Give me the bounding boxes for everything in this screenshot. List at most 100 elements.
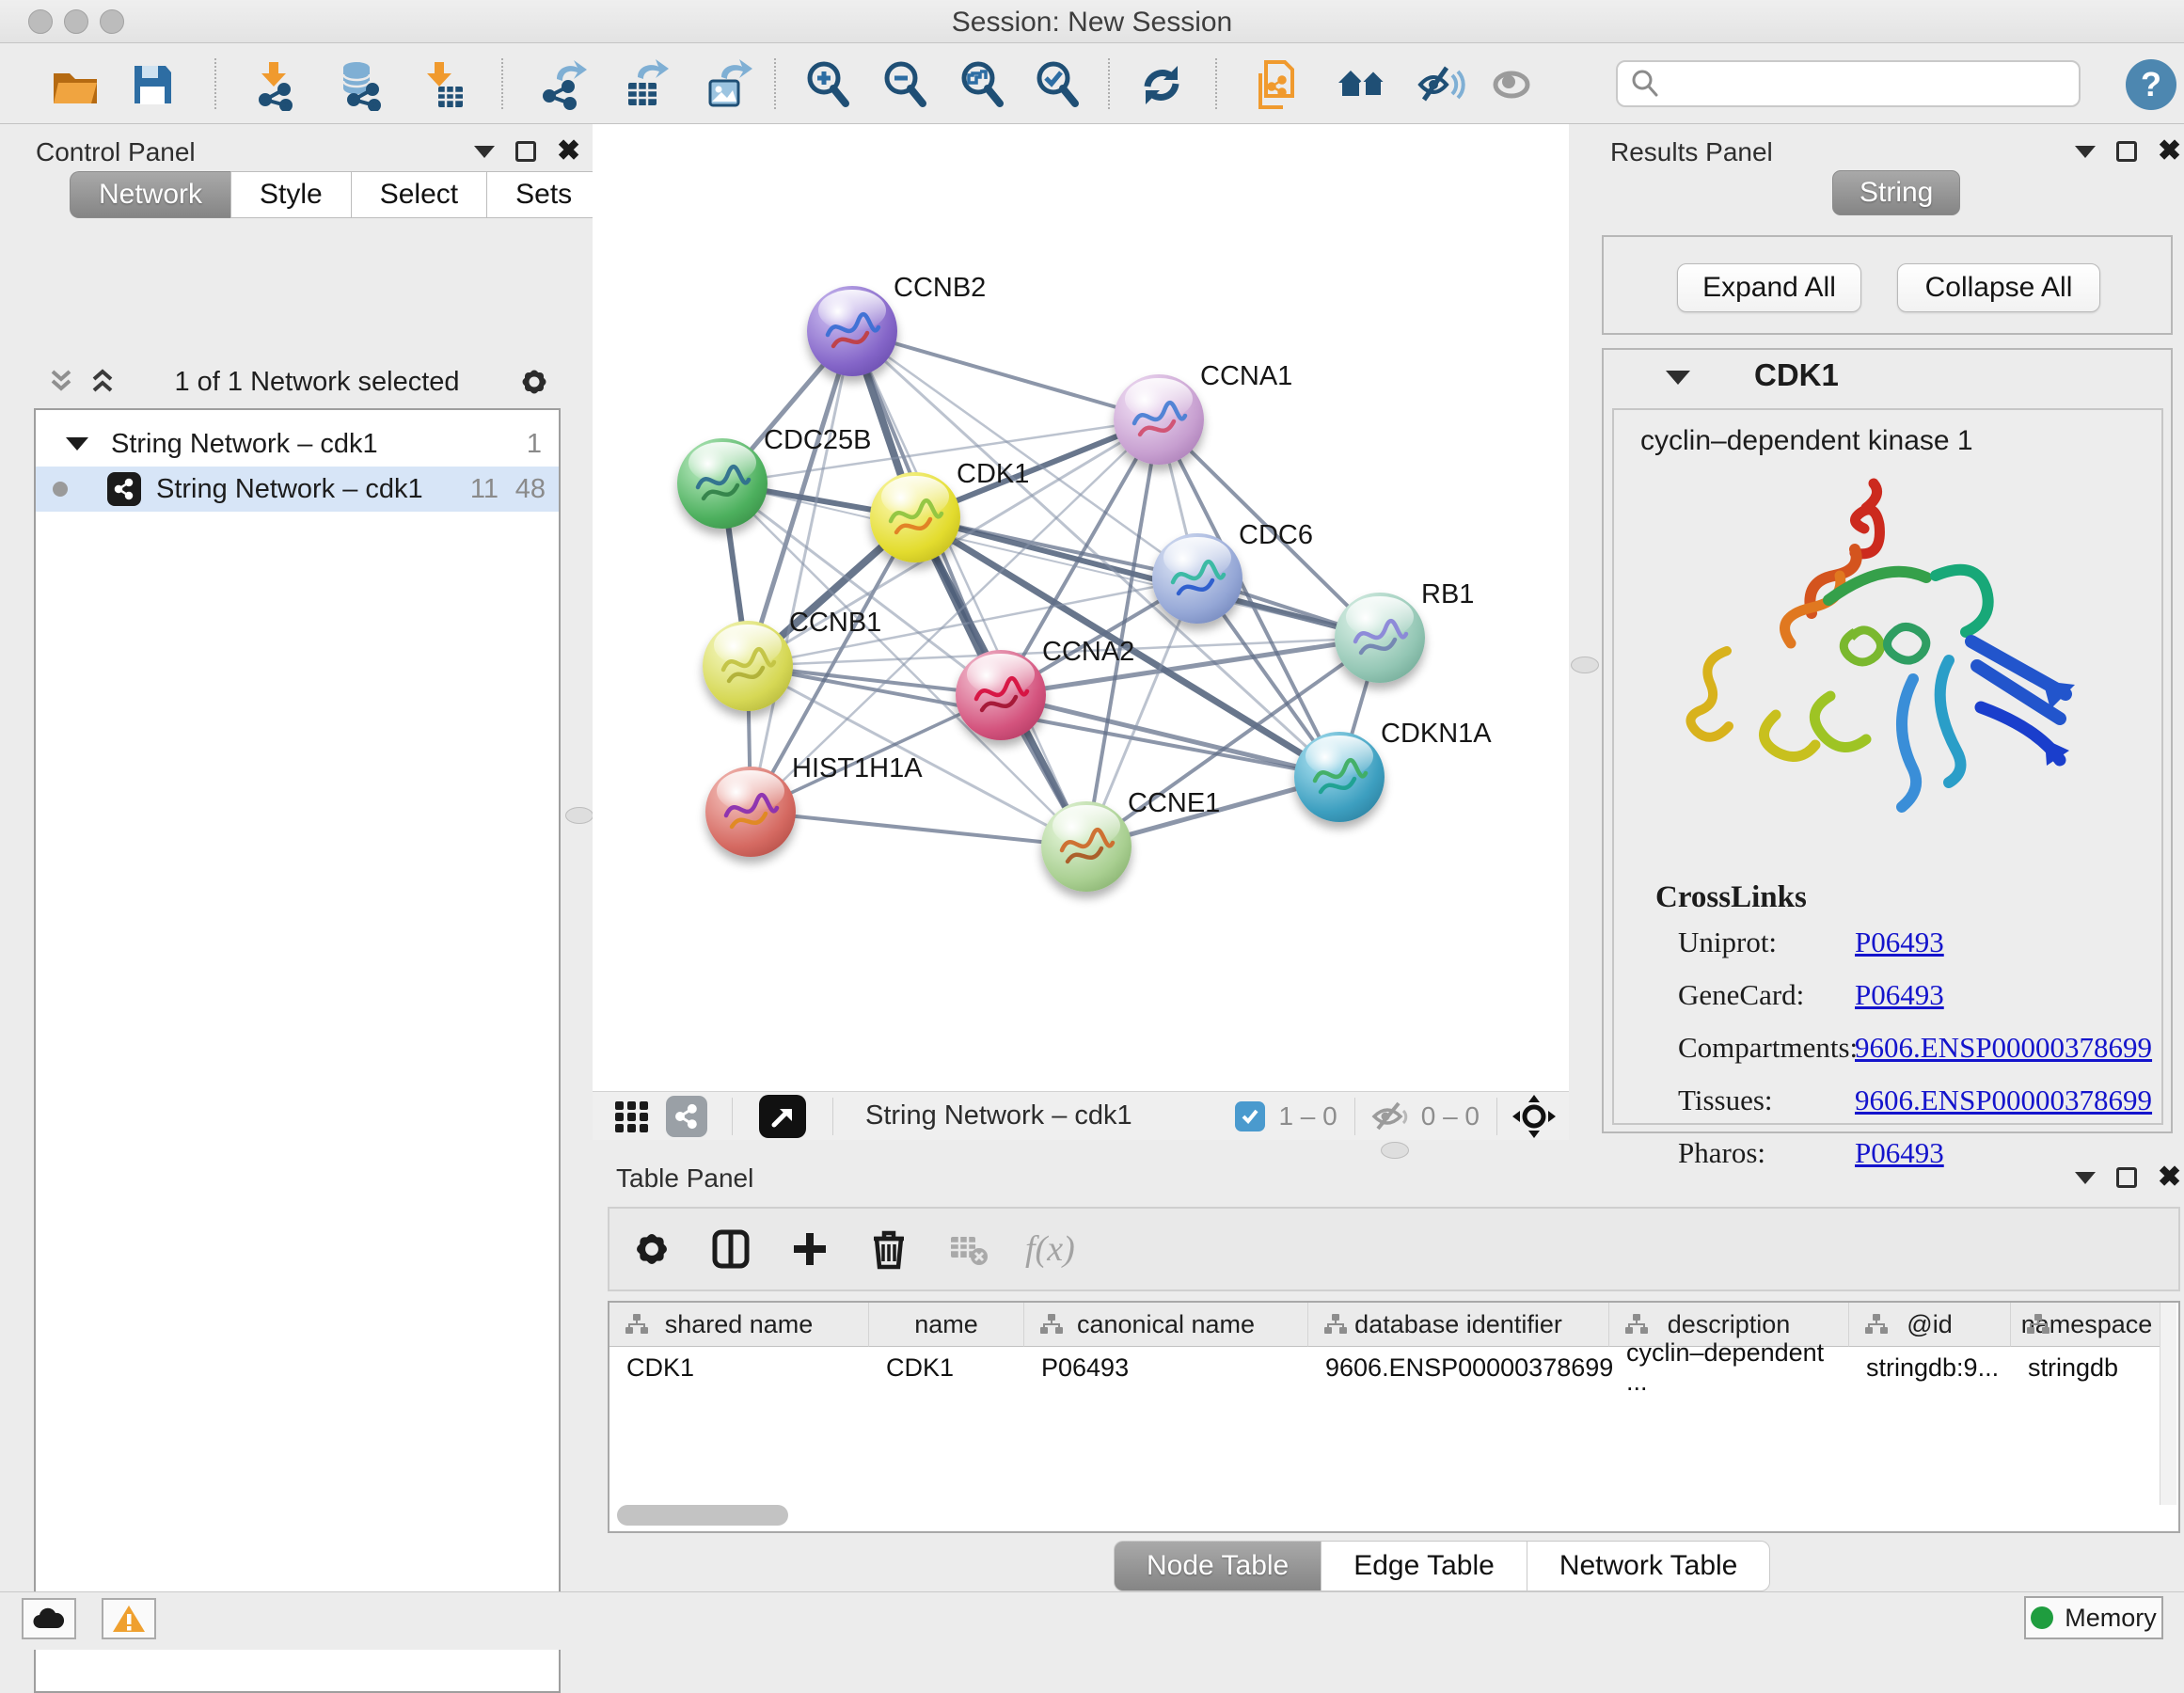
table-vertical-scrollbar[interactable] <box>2160 1303 2176 1505</box>
cloud-status-button[interactable] <box>22 1598 76 1639</box>
node-ccna2[interactable] <box>956 650 1046 740</box>
tab-node-table[interactable]: Node Table <box>1114 1541 1321 1591</box>
horizontal-splitter-handle[interactable] <box>1381 1142 1409 1159</box>
import-network-file-button[interactable] <box>247 57 302 112</box>
create-column-icon[interactable] <box>788 1227 831 1271</box>
network-tree-header: 1 of 1 Network selected <box>34 357 561 406</box>
bundle-homes-button[interactable] <box>1335 57 1389 112</box>
table-cell[interactable]: stringdb <box>2011 1347 2163 1388</box>
hide-selected-button[interactable] <box>1412 57 1466 112</box>
left-splitter-handle[interactable] <box>565 807 593 824</box>
table-cell[interactable]: stringdb:9... <box>1849 1347 2011 1388</box>
column-header-shared-name[interactable]: shared name <box>609 1303 869 1347</box>
pan-crosshair-icon[interactable] <box>1511 1093 1558 1140</box>
refresh-view-button[interactable] <box>1134 57 1189 112</box>
search-input[interactable] <box>1661 70 2079 99</box>
collapse-all-icon[interactable] <box>45 368 77 396</box>
node-table[interactable]: shared nameCDK1nameCDK1 canonical nameP0… <box>608 1301 2180 1533</box>
search-field[interactable] <box>1616 60 2081 107</box>
float-panel-icon[interactable] <box>515 141 536 162</box>
node-cdc25b[interactable] <box>677 438 768 529</box>
node-rb1[interactable] <box>1335 593 1425 683</box>
crosslink-value-link[interactable]: P06493 <box>1855 1136 1944 1169</box>
float-panel-icon[interactable] <box>2116 141 2137 162</box>
warning-button[interactable] <box>102 1598 156 1639</box>
delete-column-icon[interactable] <box>867 1227 910 1271</box>
node-hist1h1a[interactable] <box>705 767 796 857</box>
zoom-selected-button[interactable] <box>1030 57 1084 112</box>
column-header-database-identifier[interactable]: database identifier <box>1308 1303 1609 1347</box>
close-panel-icon[interactable]: ✖ <box>2158 1167 2181 1188</box>
column-header-name[interactable]: name <box>869 1303 1024 1347</box>
section-collapse-icon[interactable] <box>1666 371 1690 385</box>
zoom-in-button[interactable] <box>800 57 855 112</box>
zoom-out-button[interactable] <box>878 57 932 112</box>
network-view-canvas[interactable]: CCNB2 CCNA1 CDC25B CDK1 CDC6 RB1 <box>593 124 1569 1091</box>
tab-edge-table[interactable]: Edge Table <box>1321 1541 1527 1591</box>
export-image-button[interactable] <box>702 57 756 112</box>
crosslink-value-link[interactable]: 9606.ENSP00000378699 <box>1855 1031 2152 1064</box>
close-panel-icon[interactable]: ✖ <box>557 141 580 162</box>
node-cdkn1a[interactable] <box>1294 732 1385 822</box>
tab-string[interactable]: String <box>1832 170 1960 215</box>
expand-all-icon[interactable] <box>87 368 119 396</box>
zoom-fit-button[interactable] <box>955 57 1009 112</box>
table-cell[interactable]: cyclin–dependent ... <box>1609 1347 1849 1388</box>
tab-network[interactable]: Network <box>70 171 230 218</box>
collapse-all-button[interactable]: Collapse All <box>1897 263 2100 312</box>
tab-style[interactable]: Style <box>230 171 351 218</box>
tab-sets[interactable]: Sets <box>486 171 601 218</box>
table-cell[interactable]: CDK1 <box>869 1347 1024 1388</box>
column-header-namespace[interactable]: namespace <box>2011 1303 2163 1347</box>
show-columns-icon[interactable] <box>709 1227 752 1271</box>
crosslink-value-link[interactable]: P06493 <box>1855 926 1944 958</box>
selected-checkbox-icon[interactable] <box>1235 1101 1265 1131</box>
float-panel-icon[interactable] <box>2116 1167 2137 1188</box>
hidden-eye-icon[interactable] <box>1369 1100 1410 1133</box>
panel-menu-icon[interactable] <box>2075 1172 2096 1184</box>
network-collection-row[interactable]: String Network – cdk1 1 <box>36 421 559 467</box>
column-header--id[interactable]: @id <box>1849 1303 2011 1347</box>
show-graphics-details-button[interactable] <box>1484 57 1539 112</box>
table-cell[interactable]: P06493 <box>1024 1347 1308 1388</box>
edge-CCNB2-CCNA1[interactable] <box>852 331 1159 419</box>
table-horizontal-scrollbar[interactable] <box>617 1505 2150 1526</box>
edge-CCNE1-HIST1H1A[interactable] <box>751 812 1086 846</box>
export-table-button[interactable] <box>620 57 674 112</box>
node-cdc6[interactable] <box>1152 533 1242 624</box>
node-ccnb2[interactable] <box>807 286 897 376</box>
node-ccnb1[interactable] <box>703 621 793 711</box>
help-button[interactable]: ? <box>2126 59 2176 110</box>
table-settings-gear-icon[interactable] <box>630 1227 673 1271</box>
column-header-canonical-name[interactable]: canonical name <box>1024 1303 1308 1347</box>
save-session-button[interactable] <box>125 57 180 112</box>
open-session-button[interactable] <box>48 57 103 112</box>
right-splitter-handle[interactable] <box>1571 657 1599 673</box>
birdseye-view-icon[interactable] <box>759 1095 806 1138</box>
tab-select[interactable]: Select <box>351 171 486 218</box>
collection-expander-icon[interactable] <box>66 437 88 451</box>
table-cell[interactable]: 9606.ENSP00000378699 <box>1308 1347 1609 1388</box>
panel-menu-icon[interactable] <box>2075 146 2096 158</box>
export-network-button[interactable] <box>535 57 590 112</box>
node-ccne1[interactable] <box>1041 801 1132 892</box>
node-ccna1[interactable] <box>1114 374 1204 465</box>
share-network-icon[interactable] <box>666 1096 707 1137</box>
grid-view-icon[interactable] <box>613 1098 651 1135</box>
crosslink-value-link[interactable]: P06493 <box>1855 978 1944 1011</box>
memory-button[interactable]: Memory <box>2024 1596 2163 1639</box>
tab-network-table[interactable]: Network Table <box>1527 1541 1771 1591</box>
table-cell[interactable]: CDK1 <box>609 1347 869 1388</box>
close-panel-icon[interactable]: ✖ <box>2158 141 2181 162</box>
node-cdk1[interactable] <box>870 472 960 562</box>
scrollbar-thumb[interactable] <box>617 1505 788 1526</box>
network-row-selected[interactable]: String Network – cdk1 11 48 <box>36 467 559 512</box>
string-import-button[interactable] <box>1252 57 1306 112</box>
network-options-gear-icon[interactable] <box>515 363 553 401</box>
import-network-database-button[interactable] <box>332 57 387 112</box>
ribbon-thumbnail-icon <box>712 638 783 694</box>
panel-menu-icon[interactable] <box>474 146 495 158</box>
crosslink-value-link[interactable]: 9606.ENSP00000378699 <box>1855 1084 2152 1116</box>
expand-all-button[interactable]: Expand All <box>1677 263 1861 312</box>
import-table-file-button[interactable] <box>415 57 469 112</box>
